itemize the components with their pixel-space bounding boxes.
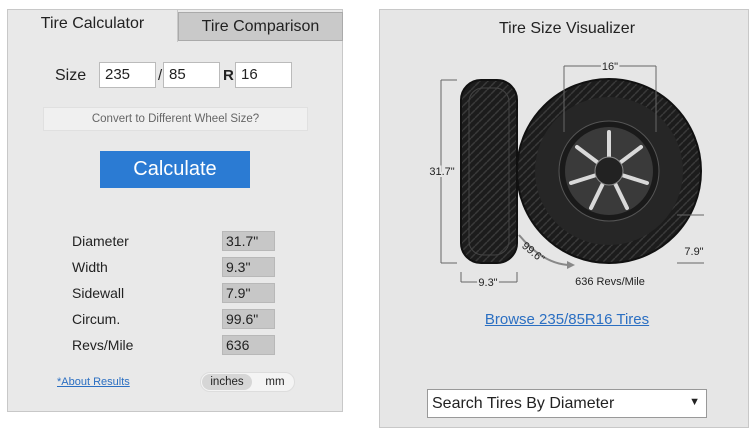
circumference-arrow-icon (567, 261, 575, 269)
result-label-circumference: Circum. (72, 311, 121, 327)
result-value-width: 9.3" (222, 257, 275, 277)
size-label: Size (55, 67, 87, 84)
unit-inches-option[interactable]: inches (202, 374, 252, 390)
search-select-value: Search Tires By Diameter (432, 395, 615, 412)
about-results-link[interactable]: *About Results (57, 376, 130, 388)
tab-tire-calculator[interactable]: Tire Calculator (7, 9, 178, 42)
result-value-circumference: 99.6" (222, 309, 275, 329)
unit-toggle[interactable]: inches mm (200, 372, 295, 392)
unit-mm-option[interactable]: mm (257, 374, 293, 390)
result-label-diameter: Diameter (72, 233, 129, 249)
sidewall-dim-label: 7.9" (684, 246, 703, 258)
tire-visualization: 31.7" 9.3" 16" 7.9" 99.6" 636 Revs/Mile (427, 59, 704, 291)
rim-diameter-input[interactable]: 16 (235, 62, 292, 88)
tire-width-input[interactable]: 235 (99, 62, 156, 88)
tab-tire-comparison[interactable]: Tire Comparison (178, 12, 343, 41)
convert-wheel-size-button[interactable]: Convert to Different Wheel Size? (43, 107, 308, 131)
circumference-dim-label: 99.6" (519, 240, 546, 266)
diameter-dim-label: 31.7" (429, 166, 454, 178)
width-dim-label: 9.3" (478, 277, 497, 289)
result-label-revs-mile: Revs/Mile (72, 337, 134, 353)
tire-side-view-icon (460, 79, 518, 264)
size-r: R (223, 67, 234, 84)
rim-dim-label: 16" (602, 61, 618, 73)
size-slash: / (158, 67, 163, 84)
calculate-button[interactable]: Calculate (100, 151, 250, 188)
chevron-down-icon: ▼ (689, 396, 700, 408)
browse-tires-link[interactable]: Browse 235/85R16 Tires (379, 311, 751, 328)
result-value-sidewall: 7.9" (222, 283, 275, 303)
search-by-diameter-select[interactable]: Search Tires By Diameter ▼ (427, 389, 707, 418)
result-label-width: Width (72, 259, 108, 275)
tire-front-view-icon (516, 78, 702, 264)
result-label-sidewall: Sidewall (72, 285, 125, 301)
result-value-diameter: 31.7" (222, 231, 275, 251)
result-value-revs-mile: 636 (222, 335, 275, 355)
revs-per-mile-label: 636 Revs/Mile (575, 276, 645, 288)
visualizer-title: Tire Size Visualizer (498, 20, 636, 37)
aspect-ratio-input[interactable]: 85 (163, 62, 220, 88)
